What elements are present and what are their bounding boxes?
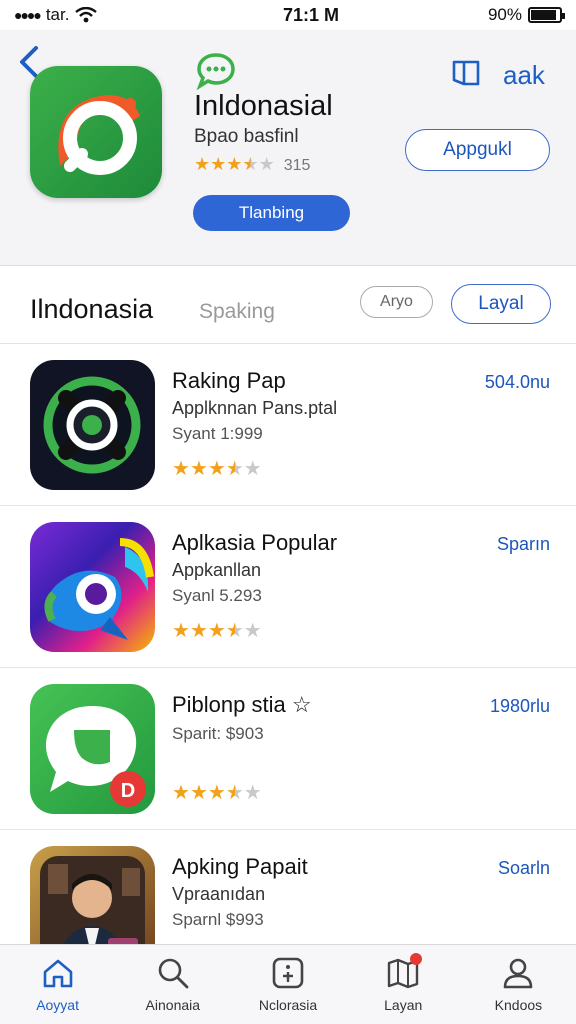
app-action-link[interactable]: 504.0nu (485, 372, 550, 393)
tab-profile[interactable]: Kndoos (461, 945, 576, 1024)
app-action-link[interactable]: Soarln (498, 858, 550, 879)
star-icon: ★ (189, 620, 208, 642)
tab-label: Aoyyat (36, 997, 79, 1013)
star-icon: ★ (172, 620, 190, 642)
star-icon: ★ (172, 782, 190, 804)
star-icon: ★ (243, 782, 262, 804)
carrier-label: tar. (45, 5, 70, 24)
chat-badge-app-icon: D (30, 684, 155, 814)
rating-stars: ★★★★★ (172, 618, 262, 643)
star-icon: ★ (243, 620, 262, 642)
star-icon: ★ (242, 154, 259, 174)
star-icon: ★ (207, 620, 226, 642)
camera-ring-icon (58, 95, 140, 175)
star-icon: ★ (210, 154, 227, 174)
app-name: Apking Papait (172, 854, 308, 879)
target-app-icon (30, 360, 155, 490)
tab-label: Layan (384, 997, 423, 1013)
tab-search[interactable]: Ainonaia (115, 945, 230, 1024)
rating-stars: ★★★★★ (172, 780, 262, 805)
share-label[interactable]: aak (503, 60, 545, 91)
get-app-button[interactable]: Appgukl (405, 129, 550, 171)
app-name: Piblonp stia ☆ (172, 692, 312, 717)
status-bar: ●●●● tar. 71:1 M 90% (0, 0, 576, 30)
chat-bubble-icon (196, 53, 235, 90)
tab-label: Kndoos (494, 997, 543, 1013)
home-icon (43, 959, 72, 988)
star-icon: ★ (194, 154, 211, 174)
trending-pill-button[interactable]: Tlanbing (193, 195, 350, 231)
star-icon: ★ (225, 458, 244, 480)
star-icon: ★ (189, 782, 208, 804)
status-right: 90% (487, 5, 565, 25)
section-title: Ilndonasia (30, 294, 154, 324)
tab-label: Nclorasia (258, 997, 318, 1013)
app-meta: Sparnl $993 (172, 910, 264, 929)
list-item[interactable]: D Piblonp stia ☆ Sparit: $903 ★★★★★ 1980… (0, 668, 576, 830)
star-icon: ★ (243, 458, 262, 480)
status-time: 71:1 M (282, 4, 339, 25)
wifi-icon (75, 7, 98, 23)
tab-label: Ainonaia (145, 997, 201, 1013)
signal-icon: ●●●● (14, 7, 42, 23)
list-item[interactable]: Raking Pap Applknnan Pans.ptal Syant 1:9… (0, 344, 576, 506)
star-icon: ★ (172, 458, 190, 480)
battery-fill (531, 10, 557, 20)
svg-text:D: D (121, 780, 135, 802)
app-header: Inldonasial Bpao basfinl ★★★★★ 315 Tlanb… (0, 30, 576, 266)
app-subtitle: Vpraanıdan (172, 884, 266, 904)
rating-stars: ★★★★★ (172, 456, 262, 481)
notification-badge (409, 953, 422, 965)
star-icon: ★ (207, 458, 226, 480)
star-icon: ★ (207, 782, 226, 804)
star-icon: ★ (189, 458, 208, 480)
app-subtitle: Applknnan Pans.ptal (172, 398, 338, 418)
person-icon (504, 958, 533, 989)
rating-count: 315 (283, 157, 311, 174)
info-icon (272, 957, 304, 989)
app-name: Raking Pap (172, 368, 286, 393)
tab-info[interactable]: Nclorasia (230, 945, 345, 1024)
star-icon: ★ (258, 154, 275, 174)
app-title: Inldonasial (194, 90, 333, 122)
search-icon (158, 958, 189, 989)
section-action-button[interactable]: Layal (451, 284, 551, 324)
app-subtitle: Bpao basfinl (194, 126, 299, 147)
app-list: Raking Pap Applknnan Pans.ptal Syant 1:9… (0, 344, 576, 992)
app-action-link[interactable]: Sparın (497, 534, 550, 555)
featured-app-icon[interactable] (30, 66, 162, 198)
app-subtitle: Appkanllan (172, 560, 262, 580)
tab-today[interactable]: Aoyyat (0, 945, 115, 1024)
app-meta: Sparit: $903 (172, 724, 264, 743)
app-meta: Syant 1:999 (172, 424, 263, 443)
colorful-app-icon (30, 522, 155, 652)
app-meta: Syanl 5.293 (172, 586, 262, 605)
tab-bar: Aoyyat Ainonaia Nclorasia Layan Kndoos (0, 944, 576, 1024)
tab-map[interactable]: Layan (346, 945, 461, 1024)
bookmark-icon[interactable] (450, 58, 482, 88)
star-icon: ★ (225, 782, 244, 804)
section-subtitle[interactable]: Spaking (199, 300, 275, 324)
star-icon: ★ (225, 620, 244, 642)
app-name: Aplkasia Popular (172, 530, 338, 555)
app-action-link[interactable]: 1980rlu (490, 696, 550, 717)
battery-percent: 90% (487, 5, 522, 24)
status-left: ●●●● tar. (14, 5, 214, 25)
rating-stars: ★★★★★ (194, 154, 275, 174)
filter-pill-button[interactable]: Aryo (360, 286, 433, 318)
list-item[interactable]: Aplkasia Popular Appkanllan Syanl 5.293 … (0, 506, 576, 668)
app-rating: ★★★★★ 315 (194, 154, 310, 175)
battery-icon (528, 7, 565, 23)
star-icon: ★ (226, 154, 243, 174)
section-header: Ilndonasia Spaking Aryo Layal (0, 266, 576, 344)
